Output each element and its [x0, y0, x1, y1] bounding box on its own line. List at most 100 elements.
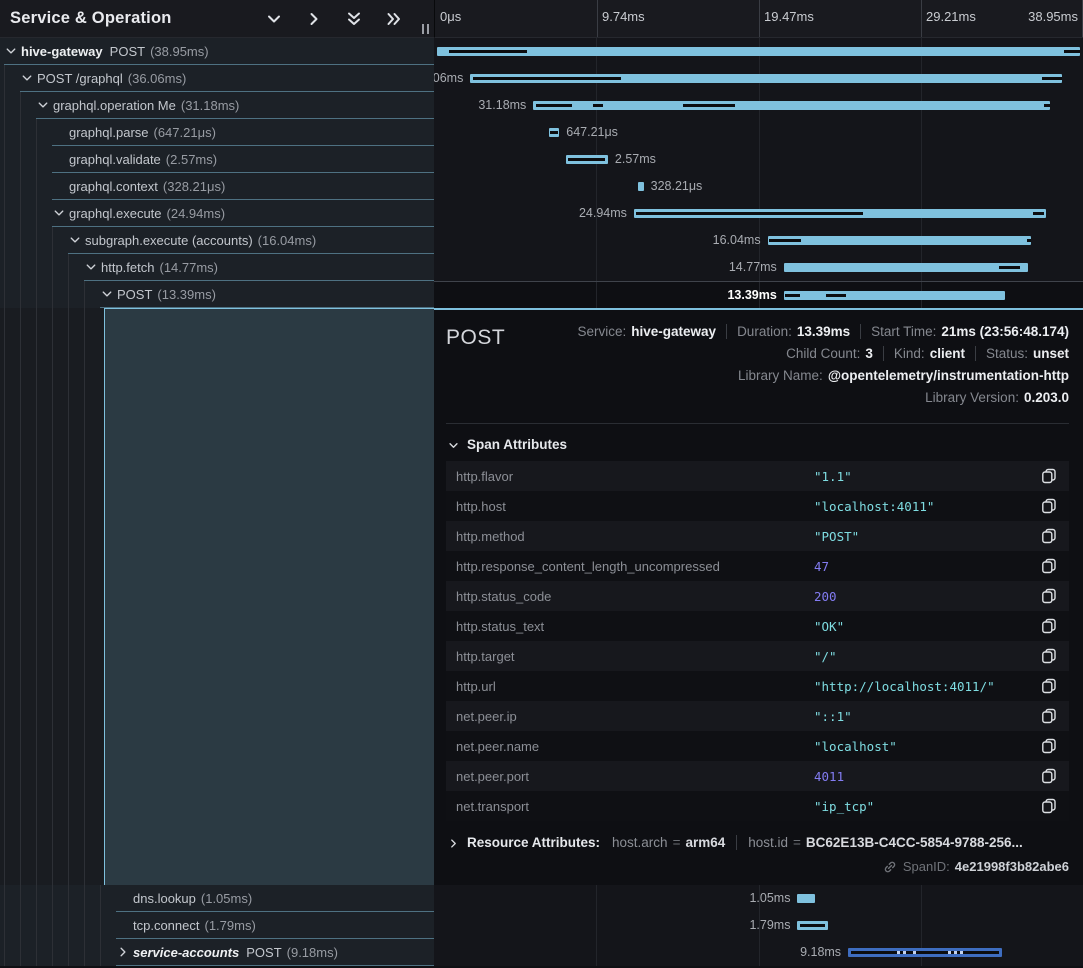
indent-guide	[36, 173, 37, 200]
span-timeline-cell[interactable]: 1.05ms	[434, 885, 1083, 912]
tree-header: Service & Operation	[0, 0, 434, 38]
span-timeline-cell[interactable]: 1.79ms	[434, 912, 1083, 939]
span-row-selected[interactable]: POST(13.39ms)13.39ms	[0, 281, 1083, 308]
chevron-right-icon[interactable]	[448, 837, 459, 848]
span-bar[interactable]	[470, 74, 1062, 83]
attribute-value: "localhost"	[814, 739, 1033, 754]
chevron-down-icon	[448, 439, 459, 450]
copy-icon[interactable]	[1041, 648, 1057, 664]
indent-guide	[68, 308, 69, 885]
chevron-right-icon[interactable]	[116, 946, 130, 958]
span-row[interactable]: tcp.connect(1.79ms)1.79ms	[0, 912, 1083, 939]
span-timeline-cell[interactable]: 2.57ms	[434, 146, 1083, 173]
span-timeline-cell[interactable]: 36.06ms	[434, 65, 1083, 92]
span-row[interactable]: graphql.context(328.21μs)328.21μs	[0, 173, 1083, 200]
span-row[interactable]: hive-gatewayPOST(38.95ms)	[0, 38, 1083, 65]
double-chevron-right-icon[interactable]	[386, 11, 402, 27]
copy-icon[interactable]	[1041, 528, 1057, 544]
span-timeline-cell[interactable]: 328.21μs	[434, 173, 1083, 200]
span-name-cell[interactable]: graphql.validate(2.57ms)	[0, 146, 434, 173]
span-timeline-cell[interactable]: 13.39ms	[434, 281, 1083, 308]
span-bar[interactable]	[848, 948, 1002, 957]
span-id-row: SpanID: 4e21998f3b82abe6	[446, 859, 1069, 874]
copy-icon[interactable]	[1041, 708, 1057, 724]
chevron-down-icon[interactable]	[68, 234, 82, 246]
chevron-down-icon[interactable]	[52, 207, 66, 219]
chevron-down-icon[interactable]	[100, 288, 114, 300]
span-timeline-cell[interactable]: 31.18ms	[434, 92, 1083, 119]
span-timeline-cell[interactable]: 16.04ms	[434, 227, 1083, 254]
span-name-cell[interactable]: http.fetch(14.77ms)	[0, 254, 434, 281]
span-row[interactable]: graphql.validate(2.57ms)2.57ms	[0, 146, 1083, 173]
chevron-down-icon[interactable]	[36, 99, 50, 111]
span-duration: (13.39ms)	[157, 287, 216, 302]
chevron-down-icon[interactable]	[4, 45, 18, 57]
resource-attributes-title[interactable]: Resource Attributes:	[467, 835, 600, 850]
copy-icon[interactable]	[1041, 618, 1057, 634]
copy-icon[interactable]	[1041, 498, 1057, 514]
span-bar[interactable]	[638, 182, 644, 191]
span-timeline-cell[interactable]	[434, 38, 1083, 65]
indent-guide	[52, 254, 53, 281]
copy-icon[interactable]	[1041, 678, 1057, 694]
span-bar[interactable]	[784, 263, 1028, 272]
span-bar[interactable]	[634, 209, 1046, 218]
span-row[interactable]: graphql.parse(647.21μs)647.21μs	[0, 119, 1083, 146]
span-name-cell[interactable]: service-accountsPOST(9.18ms)	[0, 939, 434, 966]
span-name-cell[interactable]: tcp.connect(1.79ms)	[0, 912, 434, 939]
span-name-cell[interactable]: graphql.operation Me(31.18ms)	[0, 92, 434, 119]
span-row[interactable]: subgraph.execute (accounts)(16.04ms)16.0…	[0, 227, 1083, 254]
span-duration: (36.06ms)	[128, 71, 187, 86]
attribute-value: "OK"	[814, 619, 1033, 634]
column-resizer-handle[interactable]	[422, 24, 429, 34]
indent-guide	[68, 885, 69, 912]
attribute-value: "::1"	[814, 709, 1033, 724]
copy-icon[interactable]	[1041, 588, 1057, 604]
span-name-cell[interactable]: dns.lookup(1.05ms)	[0, 885, 434, 912]
operation-name: graphql.parse	[69, 125, 149, 140]
span-name-cell[interactable]: graphql.context(328.21μs)	[0, 173, 434, 200]
span-bar[interactable]	[533, 101, 1050, 110]
span-timeline-cell[interactable]: 14.77ms	[434, 254, 1083, 281]
double-chevron-down-icon[interactable]	[346, 11, 362, 27]
span-timeline-cell[interactable]: 647.21μs	[434, 119, 1083, 146]
chevron-down-icon[interactable]	[20, 72, 34, 84]
span-timeline-cell[interactable]: 24.94ms	[434, 200, 1083, 227]
span-bar[interactable]	[797, 921, 828, 930]
chevron-down-icon[interactable]	[84, 261, 98, 273]
copy-icon[interactable]	[1041, 558, 1057, 574]
chevron-right-icon[interactable]	[306, 11, 322, 27]
copy-icon[interactable]	[1041, 798, 1057, 814]
span-row[interactable]: service-accountsPOST(9.18ms)9.18ms	[0, 939, 1083, 966]
span-row[interactable]: graphql.operation Me(31.18ms)31.18ms	[0, 92, 1083, 119]
copy-icon[interactable]	[1041, 738, 1057, 754]
span-row[interactable]: http.fetch(14.77ms) 14.77ms	[0, 254, 1083, 281]
copy-icon[interactable]	[1041, 768, 1057, 784]
span-row[interactable]: dns.lookup(1.05ms)1.05ms	[0, 885, 1083, 912]
span-name-cell[interactable]: hive-gatewayPOST(38.95ms)	[0, 38, 434, 65]
span-name-cell[interactable]: graphql.parse(647.21μs)	[0, 119, 434, 146]
span-row[interactable]: graphql.execute(24.94ms)24.94ms	[0, 200, 1083, 227]
child-span-dot	[903, 951, 906, 954]
span-bar[interactable]	[768, 236, 1031, 245]
span-name-cell[interactable]: graphql.execute(24.94ms)	[0, 200, 434, 227]
span-bar[interactable]	[797, 894, 815, 903]
span-name-cell[interactable]: POST /graphql (36.06ms)	[0, 65, 434, 92]
span-attributes-header[interactable]: Span Attributes	[448, 437, 1069, 452]
span-bar[interactable]	[784, 291, 1005, 300]
timeline-gridline	[596, 173, 597, 200]
copy-icon[interactable]	[1041, 468, 1057, 484]
span-bar[interactable]	[549, 128, 559, 137]
link-icon[interactable]	[883, 860, 897, 874]
indent-spacer	[116, 892, 130, 904]
bar-duration-label: 14.77ms	[729, 254, 777, 280]
span-bar[interactable]	[437, 47, 1081, 56]
span-name-cell[interactable]: POST(13.39ms)	[0, 281, 434, 308]
chevron-down-icon[interactable]	[266, 11, 282, 27]
operation-name: POST /graphql	[37, 71, 123, 86]
indent-guide	[100, 939, 101, 966]
span-name-cell[interactable]: subgraph.execute (accounts)(16.04ms)	[0, 227, 434, 254]
span-bar[interactable]	[566, 155, 608, 164]
span-row[interactable]: POST /graphql (36.06ms) 36.06ms	[0, 65, 1083, 92]
span-timeline-cell[interactable]: 9.18ms	[434, 939, 1083, 966]
